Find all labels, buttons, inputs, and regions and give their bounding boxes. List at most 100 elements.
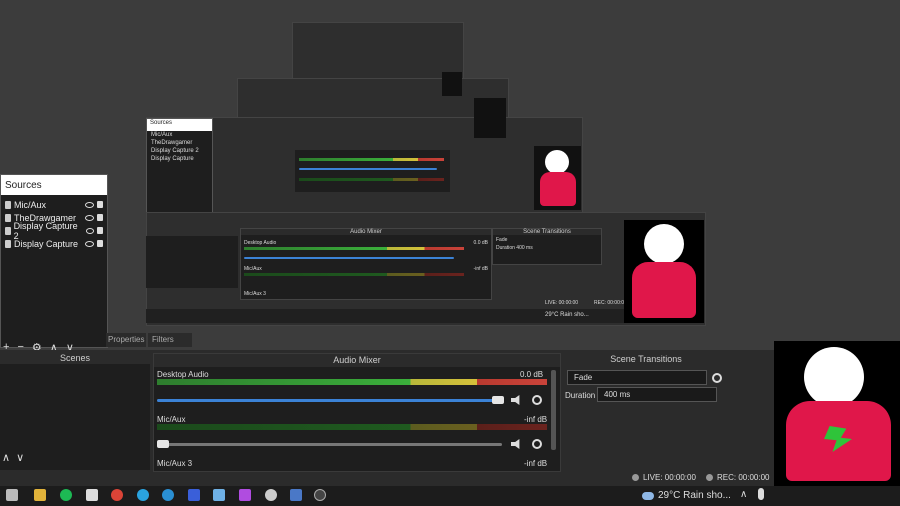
channel-name: Mic/Aux	[157, 415, 186, 424]
live-status: LIVE: 00:00:00	[632, 473, 696, 482]
gem-icon[interactable]	[239, 489, 251, 501]
rec-icon	[706, 474, 713, 481]
microphone-icon[interactable]	[758, 488, 764, 500]
document-icon[interactable]	[290, 489, 302, 501]
monitor-icon	[5, 213, 11, 222]
mini-source-item: Display Capture	[151, 156, 194, 162]
scenes-panel: Scenes ∧ ∨	[0, 352, 150, 470]
eye-icon[interactable]	[85, 214, 94, 221]
channel-name: Desktop Audio	[157, 370, 209, 379]
weather-widget[interactable]: 29°C Rain sho...	[642, 490, 731, 501]
avatar-image	[774, 341, 900, 486]
mini-source-item: Display Capture 2	[151, 148, 199, 154]
edge-icon[interactable]	[162, 489, 174, 501]
nested-desktop-label: Desktop Audio	[244, 240, 277, 246]
duration-field[interactable]: 400 ms	[597, 387, 717, 402]
transition-select[interactable]: Fade	[567, 370, 707, 385]
eye-icon[interactable]	[85, 227, 95, 234]
channel-level: -inf dB	[524, 415, 548, 424]
avatar-image-small-1	[442, 72, 462, 96]
eye-icon[interactable]	[85, 240, 94, 247]
properties-label: Properties	[108, 335, 145, 344]
weather-text: 29°C Rain sho...	[658, 490, 731, 501]
gear-icon[interactable]	[532, 395, 542, 405]
scene-transitions-title: Scene Transitions	[610, 354, 682, 364]
mini-source-item: TheDrawgamer	[151, 140, 193, 146]
volume-slider[interactable]	[157, 443, 502, 446]
volume-slider-handle[interactable]	[492, 396, 504, 404]
nested-transitions-title: Scene Transitions	[493, 229, 601, 235]
filters-label: Filters	[152, 335, 174, 344]
source-item[interactable]: Display Capture	[1, 237, 107, 250]
mixer-scrollbar[interactable]	[551, 370, 556, 450]
nested-desktop-level: 0.0 dB	[473, 240, 488, 246]
transition-value: Fade	[574, 373, 593, 382]
channel-name: Mic/Aux 3	[157, 459, 193, 468]
obs-icon[interactable]	[314, 489, 326, 501]
nested-fade: Fade	[496, 237, 508, 243]
nested-live: LIVE: 00:00:00	[545, 300, 579, 306]
avatar-image-medium	[534, 146, 581, 210]
gear-icon[interactable]	[712, 373, 722, 383]
discord-icon[interactable]	[265, 489, 277, 501]
source-label: Mic/Aux	[14, 199, 47, 210]
nested-duration: Duration	[496, 245, 515, 251]
nested-mic-label: Mic/Aux	[244, 266, 262, 272]
audio-mixer-title: Audio Mixer	[154, 354, 560, 367]
live-icon	[632, 474, 639, 481]
live-time: LIVE: 00:00:00	[643, 473, 696, 482]
gear-icon[interactable]	[532, 439, 542, 449]
sources-panel: Sources Mic/Aux TheDrawgamer Display Cap…	[0, 174, 108, 354]
source-item[interactable]: Mic/Aux	[1, 198, 107, 211]
nested-weather: 29°C Rain sho...	[545, 312, 589, 318]
avatar-image-large	[624, 220, 704, 323]
nested-mic-level: -inf dB	[473, 266, 488, 272]
nested-mixer: Audio Mixer Desktop Audio 0.0 dB Mic/Aux…	[240, 228, 492, 300]
taskview-icon[interactable]	[6, 489, 18, 501]
nested-duration-value: 400 ms	[516, 245, 533, 251]
scenes-title: Scenes	[0, 352, 150, 364]
sources-title: Sources	[1, 175, 107, 195]
nested-mixer-title: Audio Mixer	[241, 229, 491, 235]
lock-icon[interactable]	[97, 214, 103, 221]
nested-mic3-label: Mic/Aux 3	[244, 291, 266, 297]
microphone-icon	[5, 200, 11, 209]
nested-taskbar	[146, 309, 704, 323]
scene-transitions-panel: Scene Transitions Fade Duration 400 ms	[562, 353, 730, 413]
nested-rec: REC: 00:00:00	[594, 300, 627, 306]
avatar-image-small-2	[474, 98, 506, 138]
chrome-icon[interactable]	[111, 489, 123, 501]
rec-status: REC: 00:00:00	[706, 473, 769, 482]
source-item[interactable]: Display Capture 2	[1, 221, 107, 241]
shield-icon[interactable]	[188, 489, 200, 501]
duration-label: Duration	[565, 391, 596, 400]
up-icon[interactable]: ∧	[2, 451, 10, 464]
mini-source-item: Mic/Aux	[151, 132, 173, 138]
down-icon[interactable]: ∨	[16, 451, 24, 464]
spotify-icon[interactable]	[60, 489, 72, 501]
folder-icon[interactable]	[34, 489, 46, 501]
mini-mixer-panel-3	[295, 150, 450, 192]
properties-tab[interactable]: Properties	[106, 333, 146, 347]
audio-mixer-panel: Audio Mixer	[153, 353, 561, 472]
nested-scenes-box	[146, 236, 238, 288]
filters-tab[interactable]: Filters	[148, 333, 192, 347]
paint-icon[interactable]	[213, 489, 225, 501]
scenes-toolbar: ∧ ∨	[2, 451, 24, 464]
calculator-icon[interactable]	[86, 489, 98, 501]
duration-value: 400 ms	[604, 390, 631, 399]
mini-sources-panel: Sources Mic/Aux TheDrawgamer Display Cap…	[146, 118, 213, 220]
mini-sources-title: Sources	[147, 119, 212, 131]
lock-icon[interactable]	[97, 227, 103, 234]
lock-icon[interactable]	[97, 240, 103, 247]
volume-slider-handle[interactable]	[157, 440, 169, 448]
chevron-up-icon[interactable]: ∧	[740, 489, 747, 500]
monitor-icon	[5, 239, 11, 248]
taskbar	[0, 486, 900, 506]
lock-icon[interactable]	[97, 201, 103, 208]
eye-icon[interactable]	[85, 201, 94, 208]
telegram-icon[interactable]	[137, 489, 149, 501]
cloud-icon	[642, 491, 654, 500]
source-label: Display Capture	[14, 238, 79, 249]
volume-slider[interactable]	[157, 399, 502, 402]
